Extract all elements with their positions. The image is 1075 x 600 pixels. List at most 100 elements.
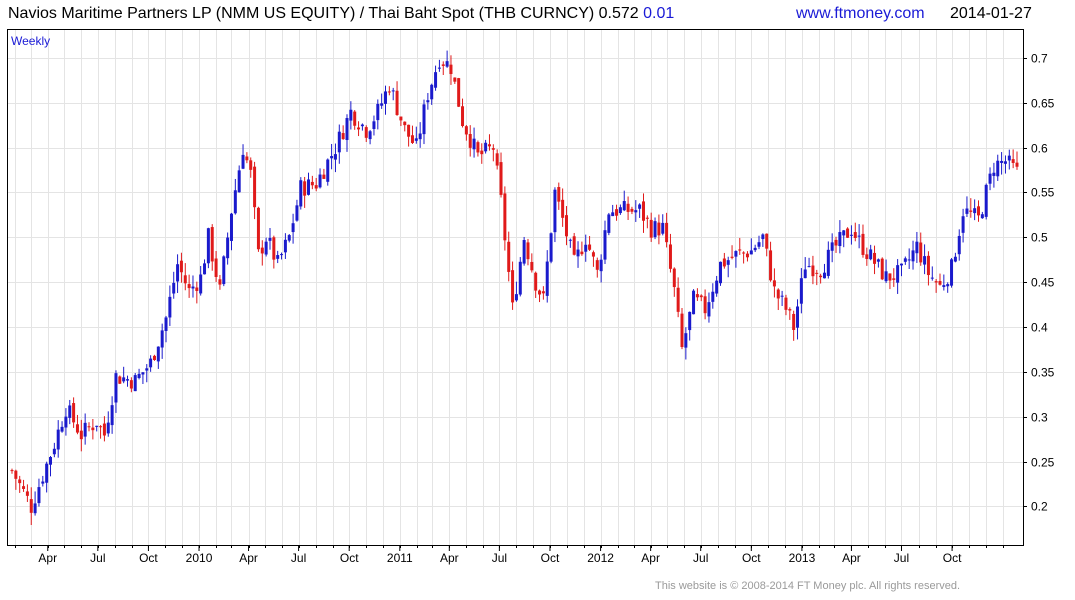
candle-body <box>407 124 411 137</box>
candle-body <box>91 427 95 431</box>
candle-body <box>183 275 187 284</box>
candle-body <box>873 252 877 264</box>
candle-body <box>980 214 984 219</box>
candle-body <box>738 249 742 251</box>
x-tick-label: Oct <box>139 551 158 565</box>
candle-body <box>530 261 534 271</box>
candle-body <box>842 230 846 236</box>
candle-body <box>599 259 603 272</box>
candle-body <box>160 330 164 348</box>
candle-body <box>765 233 769 249</box>
candle-body <box>726 260 730 265</box>
candle-body <box>692 290 696 315</box>
x-tick-label: Apr <box>842 551 861 565</box>
candle-body <box>514 294 518 301</box>
candle-body <box>410 135 414 143</box>
candle-body <box>903 258 907 262</box>
candle-body <box>245 156 249 161</box>
candle-body <box>915 241 919 254</box>
candle-body <box>969 210 973 212</box>
x-tick-label: Apr <box>239 551 258 565</box>
candle-body <box>41 481 45 484</box>
candle-body <box>333 154 337 160</box>
candle-body <box>210 227 214 262</box>
candle-body <box>849 234 853 236</box>
candle-body <box>303 181 307 196</box>
x-tick-label: Apr <box>641 551 660 565</box>
candle-body <box>992 172 996 176</box>
y-axis: 0.2 0.25 0.3 0.35 0.4 0.45 0.5 0.55 0.6 0.65 0.7 <box>1023 52 1055 514</box>
candle-body <box>803 269 807 279</box>
candle-body <box>206 228 210 264</box>
candle-body <box>129 380 133 389</box>
y-tick-label: 0.35 <box>1031 366 1055 380</box>
candle-body <box>653 221 657 238</box>
candle-body <box>534 272 538 291</box>
candle-body <box>745 253 749 258</box>
candle-body <box>946 284 950 287</box>
candle-body <box>226 237 230 259</box>
candle-body <box>641 201 645 221</box>
candle-body <box>930 277 934 279</box>
candle-body <box>511 270 515 303</box>
candle-body <box>18 479 22 484</box>
candle-body <box>461 106 465 127</box>
candle-body <box>892 278 896 280</box>
candle-body <box>907 259 911 261</box>
price-chart: Apr Jul Oct 2010 Apr Jul Oct 2011 Apr Jul Oct 2012 A… <box>7 29 1055 565</box>
candle-body <box>295 205 299 221</box>
candle-body <box>141 372 145 375</box>
candle-body <box>815 272 819 274</box>
candle-body <box>588 244 592 250</box>
candle-body <box>834 239 838 246</box>
candle-body <box>102 423 106 436</box>
candle-body <box>676 287 680 312</box>
candle-body <box>318 174 322 188</box>
candle-body <box>387 91 391 93</box>
candle-body <box>314 185 318 189</box>
x-tick-label: Jul <box>492 551 507 565</box>
candle-body <box>322 174 326 179</box>
y-tick-label: 0.4 <box>1031 321 1048 335</box>
candle-body <box>95 425 99 427</box>
y-tick-label: 0.3 <box>1031 411 1048 425</box>
candle-body <box>468 133 472 148</box>
candle-body <box>796 306 800 328</box>
candle-body <box>330 156 334 159</box>
candle-body <box>487 144 491 147</box>
candle-body <box>75 424 79 433</box>
candle-body <box>414 138 418 141</box>
candle-body <box>715 280 719 294</box>
candle-body <box>110 405 114 426</box>
candle-body <box>449 64 453 75</box>
candle-body <box>237 170 241 193</box>
candle-body <box>229 213 233 241</box>
candle-body <box>145 368 149 371</box>
candle-body <box>353 111 357 126</box>
candle-body <box>807 266 811 268</box>
candle-body <box>973 208 977 214</box>
candle-body <box>668 244 672 269</box>
candle-body <box>1003 161 1007 164</box>
candle-body <box>52 448 56 455</box>
candle-body <box>665 222 669 243</box>
candle-body <box>287 235 291 241</box>
candle-body <box>953 256 957 262</box>
y-tick-label: 0.2 <box>1031 500 1048 514</box>
candle-body <box>699 295 703 298</box>
candle-body <box>179 260 183 273</box>
candle-body <box>114 373 118 403</box>
candle-body <box>10 470 14 472</box>
candle-body <box>684 333 688 348</box>
candle-body <box>572 236 576 255</box>
candle-body <box>253 166 257 208</box>
candle-body <box>638 204 642 209</box>
candle-body <box>861 233 865 255</box>
candle-body <box>672 268 676 288</box>
candle-body <box>437 67 441 69</box>
candle-body <box>518 261 522 295</box>
candle-body <box>364 127 368 138</box>
candle-body <box>256 207 260 250</box>
candle-body <box>25 491 29 496</box>
candle-body <box>622 201 626 211</box>
